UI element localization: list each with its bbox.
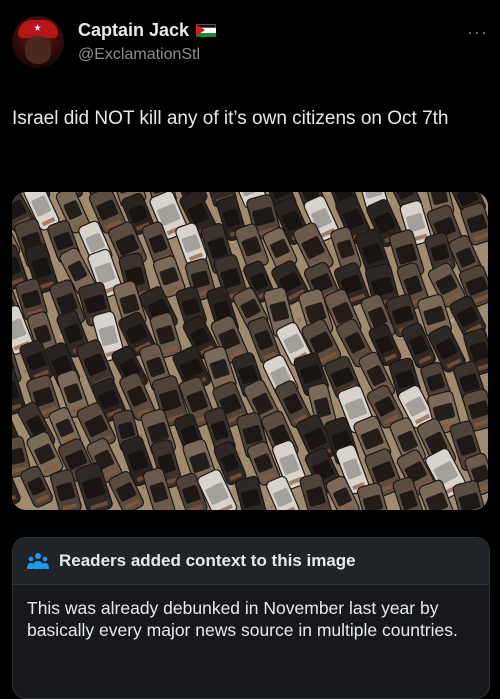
more-options-icon[interactable]: ··· [467, 22, 488, 43]
tweet-header: Captain Jack @ExclamationStl ··· [12, 14, 488, 68]
community-note-title: Readers added context to this image [59, 551, 356, 571]
community-note-header: Readers added context to this image [13, 538, 489, 585]
readers-people-icon [27, 552, 49, 570]
display-name[interactable]: Captain Jack [78, 20, 189, 41]
community-note-text: This was already debunked in November la… [13, 585, 489, 653]
palestine-flag-icon [196, 24, 216, 37]
tweet-image[interactable] [12, 192, 488, 510]
user-handle[interactable]: @ExclamationStl [78, 46, 200, 64]
avatar[interactable] [12, 16, 64, 68]
aerial-photo-burned-cars [12, 192, 488, 510]
avatar-face [25, 36, 51, 64]
name-row: Captain Jack [78, 20, 216, 41]
tweet-text: Israel did NOT kill any of it’s own citi… [12, 106, 488, 132]
community-note: Readers added context to this image This… [12, 537, 490, 699]
